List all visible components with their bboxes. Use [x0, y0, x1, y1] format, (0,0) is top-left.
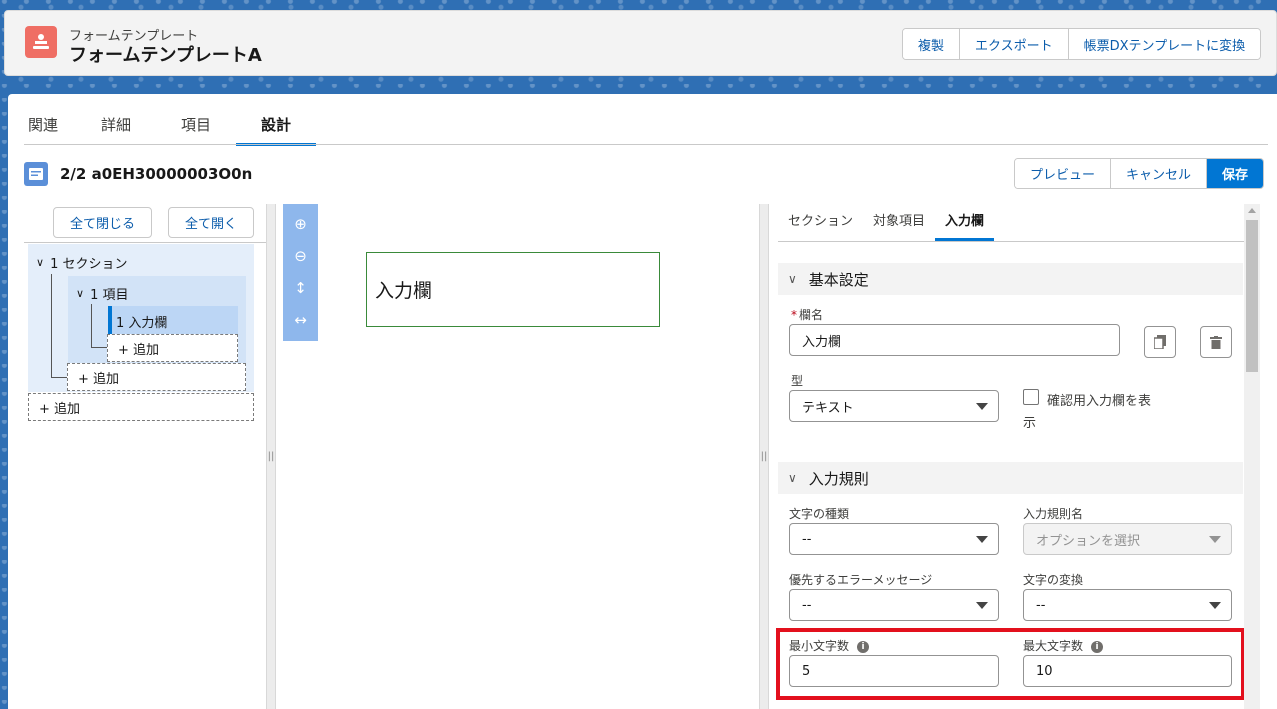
priority-message-label: 優先するエラーメッセージ — [789, 573, 933, 587]
chevron-down-icon: ∨ — [76, 287, 85, 300]
tree-line — [91, 347, 107, 348]
char-type-select[interactable]: -- — [789, 523, 999, 555]
required-mark: * — [791, 308, 797, 322]
basic-settings-header[interactable]: ∨ 基本設定 — [778, 263, 1243, 295]
tab-section[interactable]: セクション — [778, 206, 863, 241]
fit-height-icon[interactable]: ↕ — [294, 281, 307, 296]
type-label: 型 — [791, 374, 804, 388]
conversion-select[interactable]: -- — [1023, 589, 1232, 621]
chevron-down-icon: ∨ — [36, 256, 45, 269]
name-label: * 欄名 — [791, 306, 823, 323]
tree-item-node[interactable]: ∨ 1 項目 — [76, 284, 128, 303]
dropdown-arrow-icon — [1209, 602, 1221, 609]
property-tabs: セクション 対象項目 入力欄 — [778, 206, 1244, 242]
dropdown-arrow-icon — [976, 536, 988, 543]
add-item-button[interactable]: + 追加 — [67, 363, 246, 391]
record-actions: プレビュー キャンセル 保存 — [1014, 158, 1265, 189]
export-button[interactable]: エクスポート — [959, 29, 1068, 59]
form-template-icon — [25, 26, 57, 58]
record-icon — [24, 162, 48, 186]
dropdown-arrow-icon — [976, 602, 988, 609]
dropdown-arrow-icon — [976, 403, 988, 410]
char-type-value: -- — [802, 531, 812, 547]
trash-icon — [1210, 335, 1222, 349]
page-title: フォームテンプレートA — [69, 45, 262, 66]
tab-design[interactable]: 設計 — [236, 110, 316, 146]
save-button[interactable]: 保存 — [1206, 159, 1264, 188]
drag-handle-icon: || — [267, 451, 275, 462]
duplicate-button[interactable]: 複製 — [903, 29, 960, 59]
copy-icon — [1154, 335, 1166, 349]
chevron-down-icon: ∨ — [788, 272, 797, 286]
record-tabs: 関連 詳細 項目 設計 — [28, 110, 316, 146]
priority-message-select[interactable]: -- — [789, 589, 999, 621]
zoom-out-icon[interactable]: ⊖ — [294, 248, 307, 264]
conversion-value: -- — [1036, 597, 1046, 613]
record-title: 2/2 a0EH30000003O0n — [60, 165, 253, 183]
confirm-field-label-cont: 示 — [1023, 416, 1037, 431]
drag-handle-icon: || — [760, 451, 768, 462]
tab-related[interactable]: 関連 — [28, 110, 76, 146]
tabs-divider — [24, 144, 1268, 145]
zoom-in-icon[interactable]: ⊕ — [294, 216, 307, 232]
delete-button[interactable] — [1200, 326, 1232, 358]
right-splitter[interactable]: || — [759, 204, 769, 709]
rule-name-select: オプションを選択 — [1023, 523, 1232, 555]
tree-line — [91, 304, 92, 348]
tab-target-item[interactable]: 対象項目 — [863, 206, 935, 241]
input-rules-header[interactable]: ∨ 入力規則 — [778, 462, 1243, 494]
dropdown-arrow-icon — [1209, 536, 1221, 543]
chevron-down-icon: ∨ — [788, 471, 797, 485]
left-splitter[interactable]: || — [266, 204, 276, 709]
type-value: テキスト — [802, 400, 854, 416]
scroll-up-icon[interactable] — [1248, 208, 1256, 213]
cancel-button[interactable]: キャンセル — [1110, 159, 1207, 188]
expand-all-button[interactable]: 全て開く — [168, 207, 254, 238]
basic-settings-label: 基本設定 — [808, 270, 869, 289]
confirm-field-checkbox[interactable] — [1023, 389, 1039, 405]
tree-field-node[interactable]: 1 入力欄 — [116, 312, 167, 331]
confirm-field-label: 確認用入力欄を表 — [1047, 394, 1152, 409]
add-section-button[interactable]: + 追加 — [28, 393, 254, 421]
tab-input-field[interactable]: 入力欄 — [935, 206, 995, 241]
scrollbar-thumb[interactable] — [1246, 220, 1258, 372]
tree-divider — [24, 242, 266, 243]
conversion-label: 文字の変換 — [1023, 573, 1084, 587]
highlight-box — [776, 628, 1245, 700]
priority-message-value: -- — [802, 597, 812, 613]
tab-items[interactable]: 項目 — [156, 110, 236, 146]
input-rules-label: 入力規則 — [808, 469, 869, 488]
name-input[interactable]: 入力欄 — [789, 324, 1120, 356]
add-field-button[interactable]: + 追加 — [107, 334, 238, 362]
tree-section-label: 1 セクション — [50, 257, 128, 272]
type-select[interactable]: テキスト — [789, 390, 999, 422]
preview-field[interactable]: 入力欄 — [366, 252, 660, 327]
copy-button[interactable] — [1144, 326, 1176, 358]
fit-width-icon[interactable]: ↔ — [294, 313, 307, 328]
panel-scrollbar[interactable] — [1244, 204, 1260, 709]
rule-name-label: 入力規則名 — [1023, 507, 1084, 521]
tree-line — [51, 377, 67, 378]
collapse-all-button[interactable]: 全て閉じる — [53, 207, 152, 238]
preview-button[interactable]: プレビュー — [1015, 159, 1111, 188]
zoom-toolbar: ⊕ ⊖ ↕ ↔ — [283, 204, 318, 341]
rule-name-placeholder: オプションを選択 — [1036, 533, 1141, 549]
name-label-text: 欄名 — [799, 308, 824, 322]
convert-button[interactable]: 帳票DXテンプレートに変換 — [1067, 29, 1261, 59]
tree-section-node[interactable]: ∨ 1 セクション — [36, 253, 127, 272]
tree-line — [51, 274, 52, 378]
char-type-label: 文字の種類 — [789, 507, 850, 521]
header-actions: 複製 エクスポート 帳票DXテンプレートに変換 — [902, 28, 1262, 60]
tab-details[interactable]: 詳細 — [76, 110, 156, 146]
tree-item-label: 1 項目 — [90, 288, 129, 303]
